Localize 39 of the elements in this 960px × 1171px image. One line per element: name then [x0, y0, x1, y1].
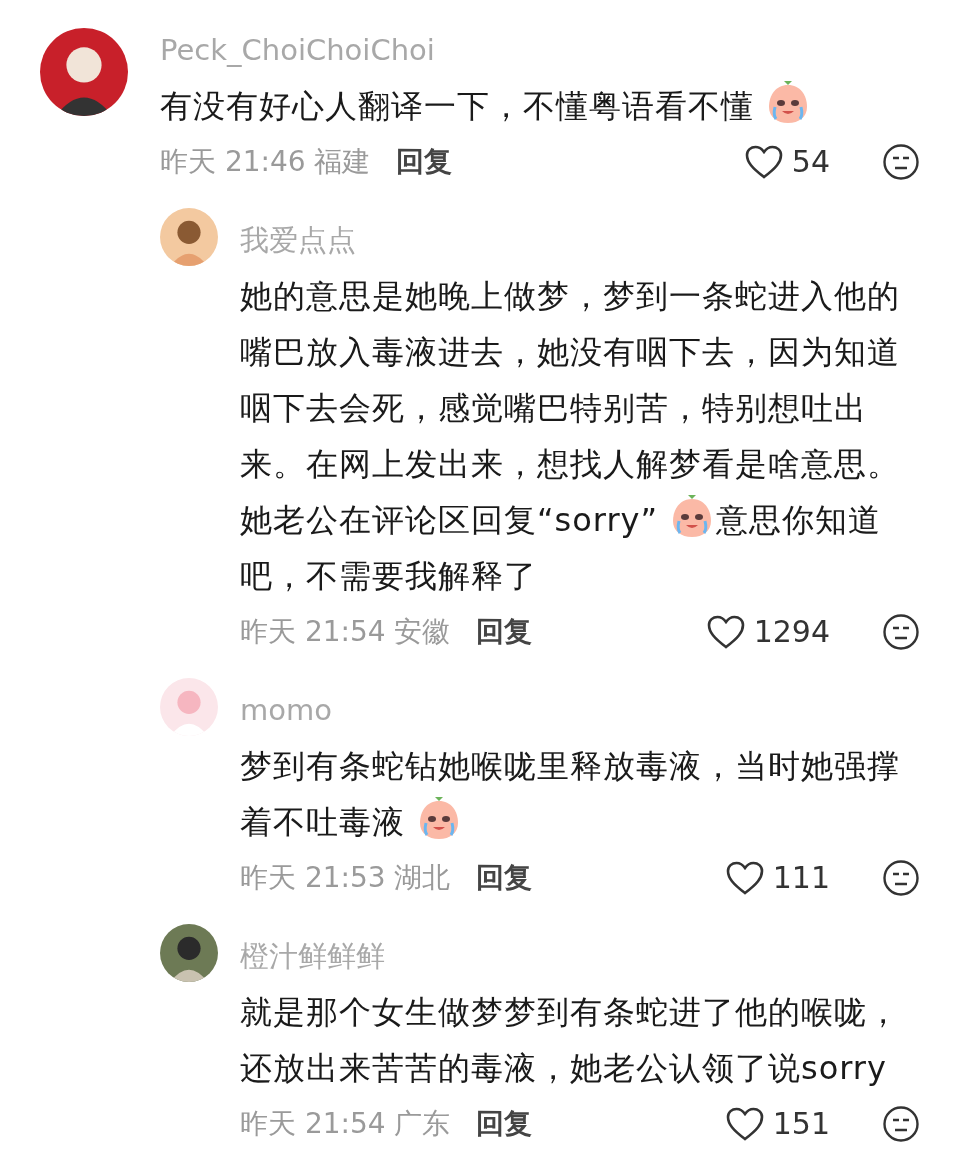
reply-link[interactable]: 回复 — [475, 850, 532, 906]
heart-icon[interactable] — [724, 860, 765, 896]
comment-text: 咽下去会死，感觉嘴巴特别苦，特别想吐出 — [240, 389, 867, 427]
reply-link[interactable]: 回复 — [475, 604, 532, 660]
dislike-icon[interactable] — [882, 143, 920, 181]
like-count: 111 — [772, 859, 830, 897]
comment-location: 广东 — [393, 1106, 450, 1142]
comment-time: 昨天 21:53 — [240, 860, 386, 896]
like-count: 151 — [772, 1105, 830, 1143]
like-count: 54 — [791, 143, 830, 181]
comment-time: 昨天 21:54 — [240, 614, 386, 650]
like-count: 1294 — [753, 613, 830, 651]
comment-text: 她的意思是她晚上做梦，梦到一条蛇进入他的 — [240, 277, 900, 315]
comment-text: 她老公在评论区回复“sorry” — [240, 501, 659, 539]
avatar[interactable] — [160, 924, 218, 982]
comment-text: 有没有好心人翻译一下，不懂粤语看不懂 — [160, 87, 754, 125]
heart-icon[interactable] — [743, 144, 784, 180]
dislike-icon[interactable] — [882, 1105, 920, 1143]
emoji-icon — [417, 797, 461, 841]
comment-text: 来。在网上发出来，想找人解梦看是啥意思。 — [240, 445, 900, 483]
comment-location: 安徽 — [393, 614, 450, 650]
dislike-icon[interactable] — [882, 613, 920, 651]
emoji-icon — [766, 81, 810, 125]
comment-text: 吧，不需要我解释了 — [240, 557, 537, 595]
comment-text: 梦到有条蛇钻她喉咙里释放毒液，当时她强撑 — [240, 747, 900, 785]
comment-time: 昨天 21:46 — [160, 144, 306, 180]
comment-text: 还放出来苦苦的毒液，她老公认领了说sorry — [240, 1049, 887, 1087]
comment-text: 嘴巴放入毒液进去，她没有咽下去，因为知道 — [240, 333, 900, 371]
dislike-icon[interactable] — [882, 859, 920, 897]
reply-link[interactable]: 回复 — [395, 134, 452, 190]
comment-location: 福建 — [313, 144, 370, 180]
comment-time: 昨天 21:54 — [240, 1106, 386, 1142]
reply-link[interactable]: 回复 — [475, 1096, 532, 1152]
comment-location: 湖北 — [393, 860, 450, 896]
comment-text: 着不吐毒液 — [240, 803, 405, 841]
comment-text: 意思你知道 — [716, 501, 882, 539]
heart-icon[interactable] — [705, 614, 746, 650]
heart-icon[interactable] — [724, 1106, 765, 1142]
comment-text: 就是那个女生做梦梦到有条蛇进了他的喉咙， — [240, 993, 900, 1031]
